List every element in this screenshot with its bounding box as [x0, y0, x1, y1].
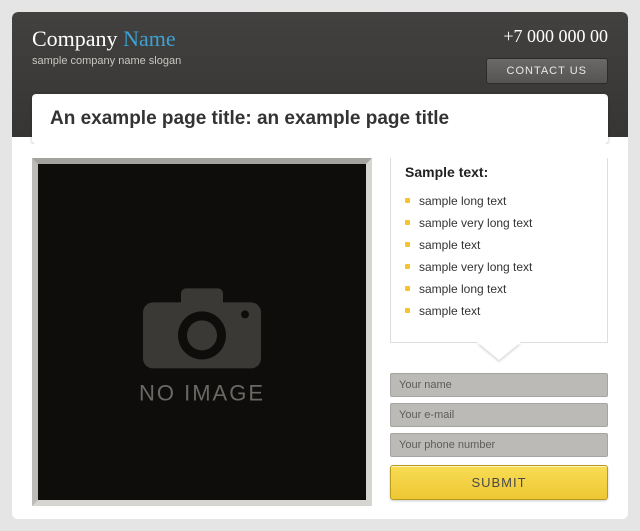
side-column: Sample text: sample long text sample ver… [390, 158, 608, 507]
company-word-1: Company [32, 26, 118, 51]
no-image-indicator: NO IMAGE [137, 282, 267, 406]
chevron-down-icon [477, 342, 521, 360]
list-item: sample very long text [405, 212, 593, 234]
email-field-row [390, 403, 608, 427]
email-input[interactable] [390, 403, 608, 427]
image-placeholder: NO IMAGE [32, 158, 372, 506]
phone-field-row [390, 433, 608, 457]
camera-icon [137, 282, 267, 372]
info-list: sample long text sample very long text s… [405, 190, 593, 322]
list-item: sample text [405, 300, 593, 322]
list-item: sample long text [405, 278, 593, 300]
contact-us-button[interactable]: CONTACT US [486, 58, 609, 84]
list-item: sample very long text [405, 256, 593, 278]
no-image-text: NO IMAGE [137, 380, 267, 406]
company-word-2: Name [123, 26, 176, 51]
phone-input[interactable] [390, 433, 608, 457]
page-frame: Company Name sample company name slogan … [12, 12, 628, 519]
page-title: An example page title: an example page t… [50, 108, 590, 130]
list-item: sample text [405, 234, 593, 256]
name-input[interactable] [390, 373, 608, 397]
info-heading: Sample text: [405, 164, 593, 180]
submit-button[interactable]: SUBMIT [390, 465, 608, 500]
list-item: sample long text [405, 190, 593, 212]
page-title-bar: An example page title: an example page t… [32, 94, 608, 144]
content-area: NO IMAGE Sample text: sample long text s… [12, 144, 628, 519]
name-field-row [390, 373, 608, 397]
info-panel: Sample text: sample long text sample ver… [390, 158, 608, 343]
phone-number: +7 000 000 00 [503, 26, 608, 47]
